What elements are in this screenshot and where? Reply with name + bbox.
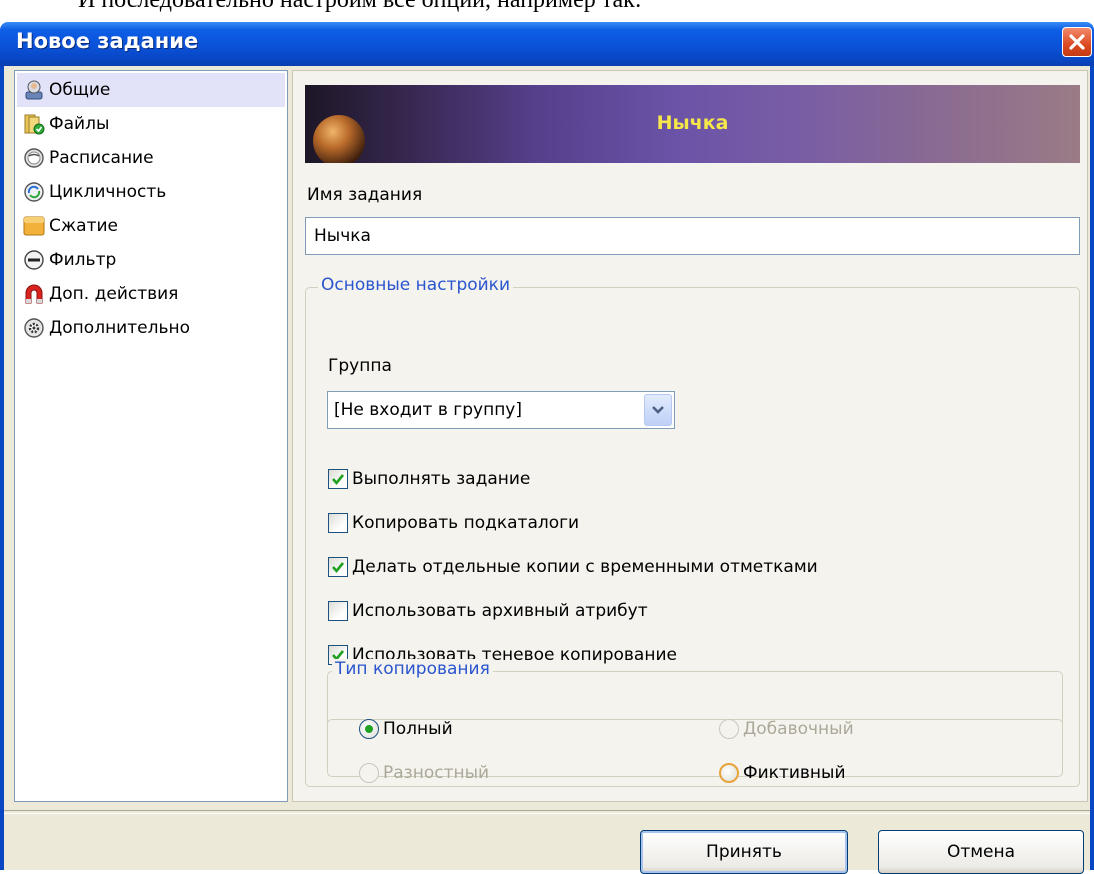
user-general-icon (25, 80, 43, 100)
radio-differential[interactable]: Разностный (359, 761, 489, 785)
group-select-button[interactable] (644, 394, 672, 426)
settings-panel: Нычка Имя задания Основные настройки Гру… (292, 70, 1088, 802)
document-caption: И последовательно настроим все опции, на… (78, 0, 642, 13)
radio-label: Полный (383, 719, 453, 739)
check-icon (332, 474, 345, 486)
chevron-down-icon (652, 406, 664, 414)
checkbox-box[interactable] (328, 469, 348, 489)
radio-full[interactable]: Полный (359, 717, 453, 741)
checkbox-label: Копировать подкаталоги (352, 513, 580, 533)
banner-title: Нычка (656, 112, 729, 134)
title-bar[interactable]: Новое задание (0, 22, 1094, 66)
sidebar-item-compression[interactable]: Сжатие (17, 209, 285, 243)
dialog-body: Общие Файлы Расписание Цикличность Сжати… (0, 66, 1094, 874)
sidebar-item-cyclicity[interactable]: Цикличность (17, 175, 285, 209)
files-icon (24, 114, 45, 135)
sidebar-item-general[interactable]: Общие (17, 73, 285, 107)
radio-label: Фиктивный (743, 763, 846, 783)
group-select-value: [Не входит в группу] (334, 400, 522, 420)
close-icon (1069, 34, 1085, 50)
accept-button[interactable]: Принять (640, 830, 848, 874)
compression-icon (23, 216, 45, 236)
sidebar-item-label: Цикличность (49, 182, 167, 202)
basic-settings-legend: Основные настройки (318, 275, 514, 295)
sidebar: Общие Файлы Расписание Цикличность Сжати… (14, 70, 288, 802)
sidebar-item-label: Общие (49, 80, 111, 100)
cancel-button[interactable]: Отмена (878, 830, 1084, 874)
checkbox-copy-subdirs[interactable]: Копировать подкаталоги (328, 511, 579, 535)
sidebar-item-extra-actions[interactable]: Доп. действия (17, 277, 285, 311)
checkbox-label: Делать отдельные копии с временными отме… (352, 557, 818, 577)
window-title: Новое задание (16, 29, 199, 53)
close-button[interactable] (1062, 27, 1092, 57)
radio-button[interactable] (359, 719, 379, 739)
magnet-icon (25, 284, 43, 304)
job-name-label: Имя задания (307, 185, 423, 205)
filter-icon (24, 250, 44, 270)
radio-label: Добавочный (743, 719, 854, 739)
sidebar-item-label: Файлы (49, 114, 110, 134)
checkbox-label: Использовать архивный атрибут (352, 601, 648, 621)
checkbox-box[interactable] (328, 601, 348, 621)
radio-button[interactable] (719, 763, 739, 783)
new-job-dialog: Новое задание Общие Файлы Расписание Цик… (0, 22, 1094, 874)
clock-icon (24, 148, 44, 168)
sidebar-item-label: Фильтр (49, 250, 117, 270)
sidebar-item-files[interactable]: Файлы (17, 107, 285, 141)
radio-incremental[interactable]: Добавочный (719, 717, 854, 741)
sidebar-item-filter[interactable]: Фильтр (17, 243, 285, 277)
job-banner: Нычка (305, 85, 1080, 163)
radio-dummy[interactable]: Фиктивный (719, 761, 846, 785)
sidebar-item-label: Расписание (49, 148, 154, 168)
checkbox-timestamped-copies[interactable]: Делать отдельные копии с временными отме… (328, 555, 818, 579)
sidebar-item-label: Сжатие (49, 216, 119, 236)
group-label: Группа (328, 356, 392, 376)
checkbox-box[interactable] (328, 513, 348, 533)
radio-button[interactable] (359, 763, 379, 783)
sidebar-item-label: Дополнительно (49, 318, 190, 338)
footer-divider (4, 810, 1090, 814)
sidebar-item-label: Доп. действия (49, 284, 179, 304)
sidebar-item-schedule[interactable]: Расписание (17, 141, 285, 175)
checkbox-archive-attribute[interactable]: Использовать архивный атрибут (328, 599, 648, 623)
cycle-icon (24, 182, 44, 202)
sidebar-item-advanced[interactable]: Дополнительно (17, 311, 285, 345)
gear-icon (24, 318, 44, 338)
group-select[interactable]: [Не входит в группу] (327, 391, 675, 429)
check-icon (332, 562, 345, 574)
checkbox-run-job[interactable]: Выполнять задание (328, 467, 530, 491)
checkbox-label: Выполнять задание (352, 469, 531, 489)
job-name-input[interactable] (305, 217, 1080, 255)
radio-button[interactable] (719, 719, 739, 739)
checkbox-box[interactable] (328, 557, 348, 577)
radio-label: Разностный (383, 763, 490, 783)
copy-type-legend: Тип копирования (332, 659, 493, 679)
